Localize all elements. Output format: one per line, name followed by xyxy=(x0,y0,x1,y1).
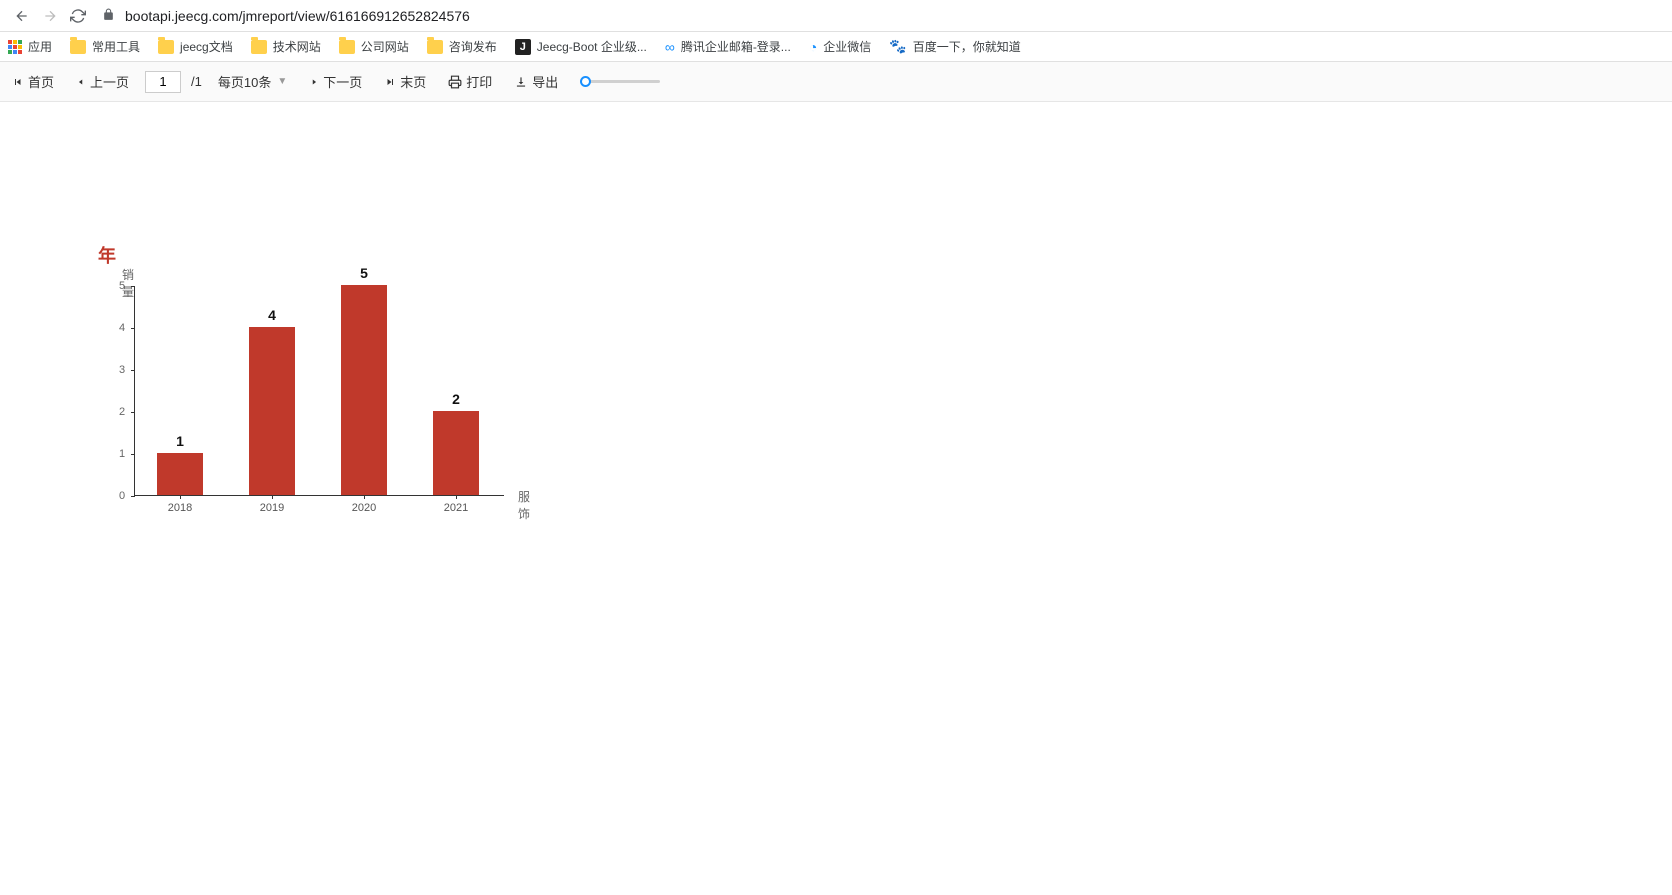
browser-nav-bar: bootapi.jeecg.com/jmreport/view/61616691… xyxy=(0,0,1672,32)
chart-title: 年 xyxy=(98,242,116,268)
x-axis-label: 服饰 xyxy=(518,488,530,522)
chat-icon: ◔ xyxy=(809,39,817,55)
folder-icon xyxy=(427,40,443,54)
lock-icon xyxy=(102,8,115,24)
bookmark-tencent-mail[interactable]: ∞腾讯企业邮箱-登录... xyxy=(665,38,791,55)
page-input[interactable] xyxy=(145,71,181,93)
folder-icon xyxy=(158,40,174,54)
y-tick-mark xyxy=(131,328,135,329)
y-tick-label: 4 xyxy=(119,322,125,334)
chart-bar xyxy=(249,327,295,495)
reload-button[interactable] xyxy=(64,2,92,30)
forward-button[interactable] xyxy=(36,2,64,30)
x-tick-label: 2018 xyxy=(157,502,203,514)
folder-icon xyxy=(70,40,86,54)
y-tick-mark xyxy=(131,496,135,497)
bar-value-label: 1 xyxy=(157,433,203,449)
apps-icon xyxy=(8,40,22,54)
chart-bar xyxy=(341,285,387,495)
apps-bookmark[interactable]: 应用 xyxy=(8,38,52,55)
export-button[interactable]: 导出 xyxy=(508,68,564,95)
y-tick-label: 3 xyxy=(119,364,125,376)
paw-icon: 🐾 xyxy=(889,38,906,55)
bookmark-tech-sites[interactable]: 技术网站 xyxy=(251,38,321,55)
back-button[interactable] xyxy=(8,2,36,30)
chevron-down-icon: ▼ xyxy=(277,76,287,87)
page-total: /1 xyxy=(191,74,202,89)
last-page-button[interactable]: 末页 xyxy=(378,68,432,95)
infinity-icon: ∞ xyxy=(665,39,675,55)
first-page-button[interactable]: 首页 xyxy=(6,68,60,95)
bookmarks-bar: 应用 常用工具 jeecg文档 技术网站 公司网站 咨询发布 JJeecg-Bo… xyxy=(0,32,1672,62)
bookmark-consult[interactable]: 咨询发布 xyxy=(427,38,497,55)
url-text: bootapi.jeecg.com/jmreport/view/61616691… xyxy=(125,8,470,24)
bar-value-label: 5 xyxy=(341,265,387,281)
chart-container: 年 销量 01234512018420195202022021 服饰 xyxy=(98,242,116,268)
apps-label: 应用 xyxy=(28,38,52,55)
x-tick-label: 2020 xyxy=(341,502,387,514)
bookmark-jeecg-docs[interactable]: jeecg文档 xyxy=(158,38,233,55)
chart-bar xyxy=(433,411,479,495)
bookmark-company-site[interactable]: 公司网站 xyxy=(339,38,409,55)
y-tick-label: 5 xyxy=(119,280,125,292)
next-page-button[interactable]: 下一页 xyxy=(303,68,368,95)
y-tick-mark xyxy=(131,370,135,371)
bookmark-common-tools[interactable]: 常用工具 xyxy=(70,38,140,55)
x-tick-mark xyxy=(456,495,457,499)
chart-bar xyxy=(157,453,203,495)
x-tick-label: 2021 xyxy=(433,502,479,514)
prev-page-button[interactable]: 上一页 xyxy=(70,68,135,95)
j-icon: J xyxy=(515,39,531,55)
per-page-dropdown[interactable]: 每页10条 ▼ xyxy=(212,68,293,95)
y-tick-mark xyxy=(131,412,135,413)
zoom-slider[interactable] xyxy=(580,80,660,83)
bookmark-jeecg-boot[interactable]: JJeecg-Boot 企业级... xyxy=(515,38,647,55)
print-button[interactable]: 打印 xyxy=(442,68,498,95)
y-tick-mark xyxy=(131,286,135,287)
bookmark-baidu[interactable]: 🐾百度一下，你就知道 xyxy=(889,38,1020,55)
bookmark-wework[interactable]: ◔企业微信 xyxy=(809,38,871,55)
report-toolbar: 首页 上一页 /1 每页10条 ▼ 下一页 末页 打印 导出 xyxy=(0,62,1672,102)
y-tick-label: 2 xyxy=(119,406,125,418)
slider-thumb[interactable] xyxy=(580,76,591,87)
folder-icon xyxy=(251,40,267,54)
url-bar[interactable]: bootapi.jeecg.com/jmreport/view/61616691… xyxy=(102,8,470,24)
y-tick-label: 1 xyxy=(119,448,125,460)
x-tick-mark xyxy=(272,495,273,499)
y-tick-mark xyxy=(131,454,135,455)
x-tick-mark xyxy=(364,495,365,499)
x-tick-label: 2019 xyxy=(249,502,295,514)
x-tick-mark xyxy=(180,495,181,499)
bar-value-label: 2 xyxy=(433,391,479,407)
bar-value-label: 4 xyxy=(249,307,295,323)
chart-plot: 01234512018420195202022021 xyxy=(134,286,504,496)
folder-icon xyxy=(339,40,355,54)
y-tick-label: 0 xyxy=(119,490,125,502)
